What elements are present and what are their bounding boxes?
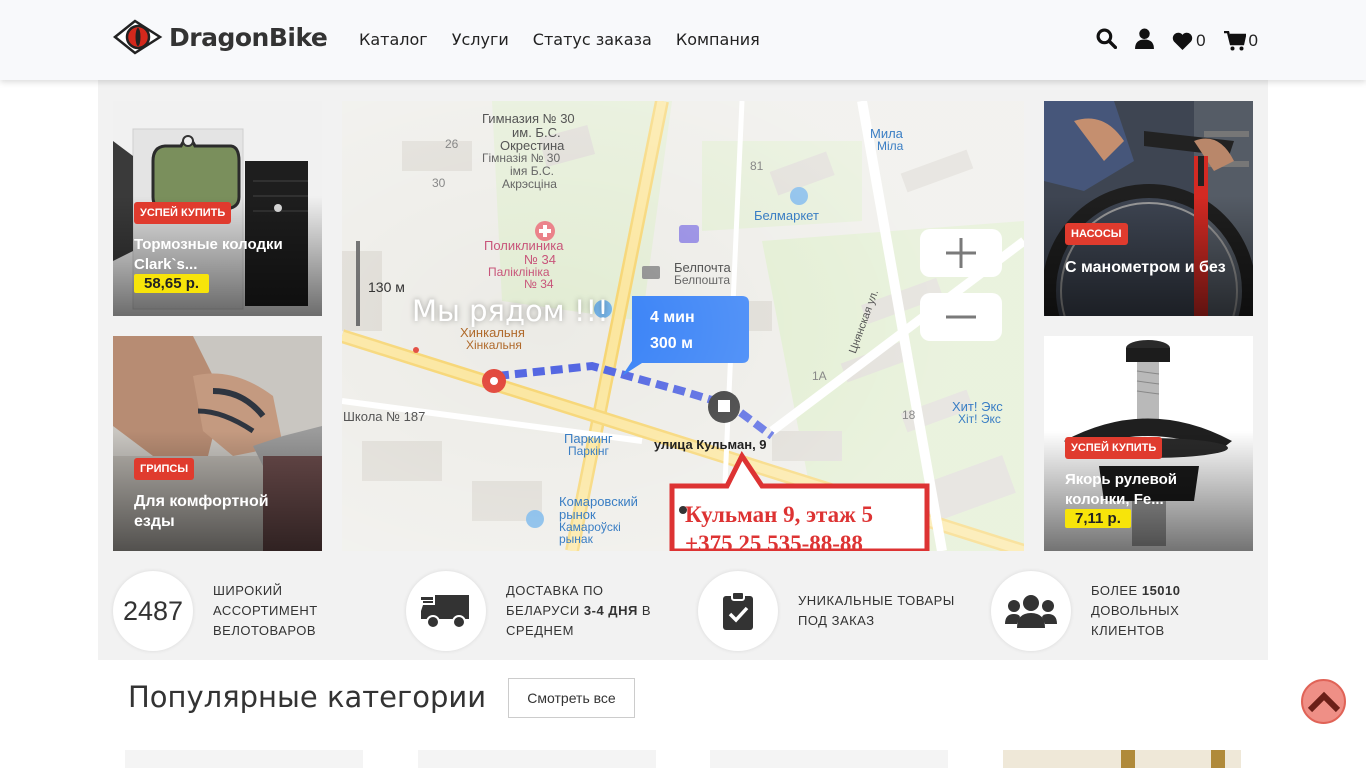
- user-icon[interactable]: [1135, 28, 1155, 54]
- promo-card-headset-cap[interactable]: УСПЕЙ КУПИТЬ Якорь рулевой колонки, Fe..…: [1044, 336, 1253, 551]
- scroll-to-top-button[interactable]: [1301, 679, 1346, 724]
- card-overlay: [113, 431, 322, 551]
- brand-name: DragonBike: [169, 22, 328, 52]
- map-label: рынак: [559, 532, 593, 546]
- feature-delivery: ДОСТАВКА ПО БЕЛАРУСИ 3-4 ДНЯ В СРЕДНЕМ: [406, 571, 666, 651]
- map-label: 81: [750, 159, 764, 173]
- map-label: Белмаркет: [754, 208, 819, 223]
- feature-unique: УНИКАЛЬНЫЕ ТОВАРЫ ПОД ЗАКАЗ: [698, 571, 978, 651]
- assortment-count-value: 2487: [122, 595, 184, 626]
- card-badge: ГРИПСЫ: [134, 458, 195, 480]
- map-label: Паркінг: [568, 444, 609, 458]
- feature-text-a: БОЛЕЕ: [1091, 583, 1142, 598]
- map-label: 30: [432, 176, 446, 190]
- route-distance: 300 м: [650, 335, 693, 352]
- map-label: 18: [902, 408, 916, 422]
- card-badge: НАСОСЫ: [1065, 223, 1128, 245]
- card-title: С манометром и без: [1065, 259, 1226, 276]
- card-badge: УСПЕЙ КУПИТЬ: [1065, 437, 1163, 459]
- map-label: Гімназія № 30: [482, 151, 561, 165]
- feature-clients: БОЛЕЕ 15010 ДОВОЛЬНЫХ КЛИЕНТОВ: [991, 571, 1211, 651]
- category-tile[interactable]: [125, 750, 363, 768]
- users-icon: [991, 571, 1071, 651]
- feature-highlight: 3-4 ДНЯ: [583, 603, 638, 618]
- store-location-map[interactable]: Гимназия № 30 им. Б.С. Окрестина Гімназі…: [342, 101, 1024, 551]
- heart-icon: [1172, 32, 1193, 50]
- logo[interactable]: DragonBike: [112, 18, 328, 56]
- card-badge: УСПЕЙ КУПИТЬ: [134, 202, 232, 224]
- feature-text: БОЛЕЕ 15010 ДОВОЛЬНЫХ КЛИЕНТОВ: [1091, 581, 1211, 641]
- site-header: DragonBike Каталог Услуги Статус заказа …: [0, 0, 1366, 80]
- feature-assortment: 2487 ШИРОКИЙ АССОРТИМЕНТ ВЕЛОТОВАРОВ: [113, 571, 333, 651]
- map-label: Хіт! Экс: [958, 412, 1001, 426]
- category-tile[interactable]: [710, 750, 948, 768]
- sign-address: Кульман 9, этаж 5: [685, 502, 874, 527]
- card-title: Тормозные колодки Clark`s...: [134, 236, 283, 273]
- promo-card-brake-pads[interactable]: УСПЕЙ КУПИТЬ Тормозные колодки Clark`s..…: [113, 101, 322, 316]
- feature-text-c: ДОВОЛЬНЫХ КЛИЕНТОВ: [1091, 603, 1180, 638]
- card-overlay: [1044, 196, 1253, 316]
- map-label: імя Б.С.: [510, 164, 554, 178]
- category-tile[interactable]: [418, 750, 656, 768]
- map-label: Акрэсціна: [502, 177, 557, 191]
- nav-catalog[interactable]: Каталог: [359, 30, 428, 49]
- map-label: Міла: [877, 139, 904, 153]
- map-label: Хінкальня: [466, 338, 522, 352]
- card-title: Для комфортной езды: [134, 493, 269, 530]
- zoom-out-button[interactable]: [920, 293, 1002, 341]
- header-actions: 0 0: [1096, 28, 1258, 54]
- wishlist-button[interactable]: 0: [1172, 31, 1206, 51]
- route-time: 4 мин: [650, 309, 695, 326]
- wishlist-count: 0: [1196, 31, 1206, 50]
- cart-count: 0: [1248, 31, 1258, 50]
- map-label: Белпошта: [674, 273, 730, 287]
- nav-services[interactable]: Услуги: [452, 30, 509, 49]
- feature-text: ДОСТАВКА ПО БЕЛАРУСИ 3-4 ДНЯ В СРЕДНЕМ: [506, 581, 666, 641]
- map-scale-label: 130 м: [368, 279, 405, 295]
- see-all-button[interactable]: Смотреть все: [508, 678, 635, 718]
- feature-text: УНИКАЛЬНЫЕ ТОВАРЫ ПОД ЗАКАЗ: [798, 593, 955, 628]
- main-nav: Каталог Услуги Статус заказа Компания: [359, 30, 760, 49]
- map-label: 26: [445, 137, 459, 151]
- map-label: 1A: [812, 369, 827, 383]
- map-slogan: Мы рядом !!!: [412, 294, 609, 328]
- chevron-up-icon: [1307, 691, 1340, 712]
- cart-button[interactable]: 0: [1223, 31, 1258, 51]
- map-label: Гимназия № 30: [482, 111, 575, 126]
- feature-text: ШИРОКИЙ АССОРТИМЕНТ ВЕЛОТОВАРОВ: [213, 583, 318, 638]
- card-price: 7,11 р.: [1065, 509, 1131, 528]
- promo-card-pumps[interactable]: НАСОСЫ С манометром и без: [1044, 101, 1253, 316]
- popular-categories-title: Популярные категории: [128, 680, 487, 714]
- promo-card-grips[interactable]: ГРИПСЫ Для комфортной езды: [113, 336, 322, 551]
- card-price: 58,65 р.: [134, 274, 210, 293]
- nav-order-status[interactable]: Статус заказа: [533, 30, 652, 49]
- card-title: Якорь рулевой колонки, Fe...: [1065, 471, 1177, 508]
- nav-company[interactable]: Компания: [676, 30, 760, 49]
- sign-phone: +375 25 535-88-88: [685, 531, 863, 551]
- search-icon[interactable]: [1096, 28, 1118, 54]
- clipboard-check-icon: [698, 571, 778, 651]
- category-tile[interactable]: [1003, 750, 1241, 768]
- map-address-label: улица Кульман, 9: [654, 437, 767, 452]
- feature-highlight: 15010: [1141, 583, 1181, 598]
- cart-icon: [1223, 31, 1246, 51]
- map-label: Поликлиника: [484, 238, 564, 253]
- map-label: Школа № 187: [343, 409, 426, 424]
- map-label: № 34: [524, 277, 554, 291]
- truck-icon: [406, 571, 486, 651]
- dragon-eye-logo-icon: [112, 18, 163, 56]
- assortment-count: 2487: [113, 571, 193, 651]
- zoom-in-button[interactable]: [920, 229, 1002, 277]
